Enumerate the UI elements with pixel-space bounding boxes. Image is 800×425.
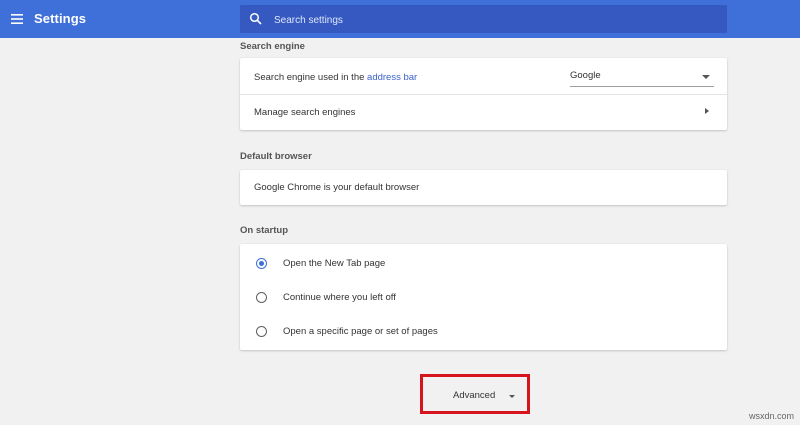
radio-button[interactable] (256, 292, 267, 303)
manage-search-engines-row[interactable]: Manage search engines (240, 95, 727, 129)
page-title: Settings (34, 11, 87, 26)
section-title-default-browser: Default browser (240, 151, 312, 162)
startup-option-specific-pages[interactable]: Open a specific page or set of pages (240, 314, 727, 348)
address-bar-link[interactable]: address bar (367, 72, 417, 83)
top-app-bar: Settings (0, 0, 800, 38)
on-startup-card: Open the New Tab page Continue where you… (240, 244, 727, 350)
hamburger-menu-icon[interactable] (10, 11, 26, 27)
radio-button[interactable] (256, 326, 267, 337)
chevron-down-icon (509, 395, 515, 398)
watermark: wsxdn.com (748, 411, 794, 421)
default-browser-row: Google Chrome is your default browser (240, 170, 727, 204)
chevron-right-icon (705, 108, 709, 114)
startup-option-label: Continue where you left off (283, 291, 396, 303)
startup-option-label: Open the New Tab page (283, 257, 386, 269)
search-engine-dropdown[interactable]: Google (570, 68, 714, 87)
default-browser-card: Google Chrome is your default browser (240, 170, 727, 205)
selected-engine-value: Google (570, 70, 601, 81)
manage-search-engines-label: Manage search engines (254, 106, 356, 118)
dropdown-caret-icon (702, 75, 710, 79)
startup-option-continue[interactable]: Continue where you left off (240, 280, 727, 314)
search-box[interactable] (240, 5, 727, 35)
default-browser-status: Google Chrome is your default browser (254, 181, 420, 193)
startup-option-new-tab[interactable]: Open the New Tab page (240, 246, 727, 280)
search-input[interactable] (272, 5, 716, 35)
radio-button-checked[interactable] (256, 258, 267, 269)
search-icon[interactable] (249, 12, 263, 26)
advanced-button[interactable]: Advanced (420, 374, 530, 414)
section-title-search-engine: Search engine (240, 41, 305, 52)
startup-option-label: Open a specific page or set of pages (283, 325, 438, 337)
advanced-label: Advanced (453, 390, 496, 401)
search-engine-row: Search engine used in the address bar Go… (240, 60, 727, 94)
search-engine-card: Search engine used in the address bar Go… (240, 58, 727, 130)
section-title-on-startup: On startup (240, 225, 289, 236)
search-engine-label: Search engine used in the address bar (254, 71, 418, 83)
